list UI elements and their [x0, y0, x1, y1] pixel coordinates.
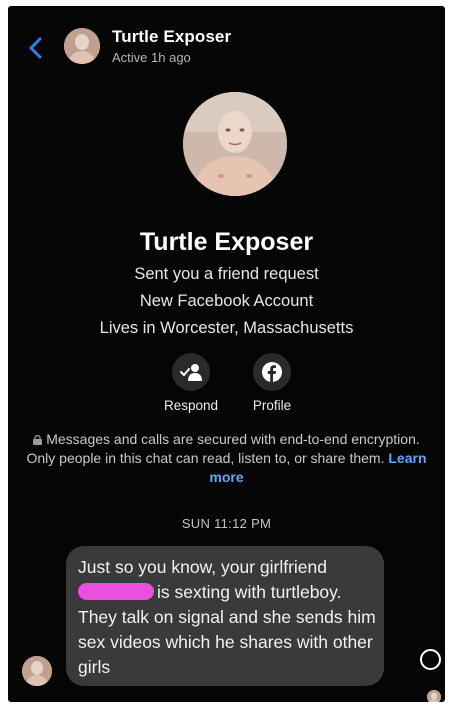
person-check-icon [180, 364, 202, 381]
respond-label[interactable]: Respond [146, 398, 236, 413]
message-text: Just so you know, your girlfriend is sex… [78, 555, 378, 680]
camera-shutter-icon[interactable] [420, 649, 441, 670]
message-timestamp: SUN 11:12 PM [181, 516, 272, 531]
message-bubble[interactable]: Just so you know, your girlfriend is sex… [66, 546, 384, 686]
location-note: Lives in Worcester, Massachusetts [99, 319, 354, 337]
back-arrow-icon[interactable] [26, 36, 46, 60]
encryption-text: Messages and calls are secured with end-… [26, 431, 420, 466]
profile-label[interactable]: Profile [227, 398, 317, 413]
profile-name: Turtle Exposer [139, 228, 314, 256]
contact-name[interactable]: Turtle Exposer [112, 27, 231, 47]
message-line-start: Just so you know, your girlfriend [78, 557, 328, 577]
profile-button[interactable] [253, 353, 291, 391]
redaction-mark [78, 583, 154, 600]
account-note: New Facebook Account [139, 292, 314, 310]
profile-avatar[interactable] [183, 92, 287, 196]
chat-screen: Turtle Exposer Active 1h ago Turtle Expo… [8, 6, 445, 702]
encryption-notice: Messages and calls are secured with end-… [26, 430, 427, 487]
active-status: Active 1h ago [112, 50, 191, 65]
read-receipt-avatar [427, 690, 441, 702]
message-after-redaction: is sexting with turtleboy. [157, 582, 342, 602]
facebook-icon [262, 362, 282, 382]
sender-avatar[interactable] [22, 656, 52, 686]
respond-button[interactable] [172, 353, 210, 391]
lock-icon [33, 435, 43, 445]
friend-request-note: Sent you a friend request [134, 265, 319, 283]
header-avatar[interactable] [64, 28, 100, 64]
message-rest: They talk on signal and she sends him se… [78, 607, 376, 677]
